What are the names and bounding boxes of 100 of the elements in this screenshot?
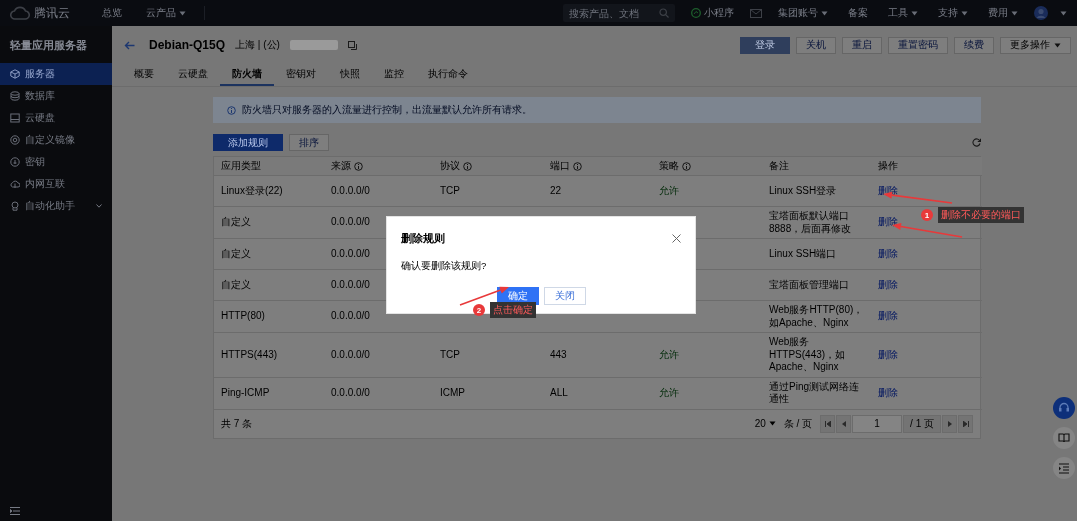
table-cell: 0.0.0.0/0 bbox=[331, 184, 370, 196]
caret-icon bbox=[911, 10, 918, 16]
notice-text: 防火墙只对服务器的入流量进行控制，出流量默认允许所有请求。 bbox=[242, 103, 532, 117]
logo-text[interactable]: 腾讯云 bbox=[34, 4, 70, 22]
refresh-icon[interactable] bbox=[972, 138, 981, 147]
table-cell: 宝塔面板默认端口8888，后面再修改 bbox=[769, 210, 852, 234]
table-cell: 宝塔面板管理端口 bbox=[769, 278, 849, 290]
delete-link[interactable]: 删除 bbox=[878, 216, 898, 228]
caret-icon bbox=[821, 10, 828, 16]
sidebar-item[interactable]: 密钥 bbox=[0, 151, 112, 173]
info-icon bbox=[463, 161, 472, 171]
sort-button[interactable]: 排序 bbox=[289, 134, 329, 151]
page-size-select[interactable]: 20 bbox=[754, 418, 776, 429]
redacted-block bbox=[289, 40, 338, 50]
sidebar-item[interactable]: 内网互联 bbox=[0, 173, 112, 195]
table-cell: 通过Ping测试网络连通性 bbox=[769, 380, 859, 404]
table-cell: 22 bbox=[550, 184, 562, 196]
close-icon[interactable] bbox=[672, 234, 681, 243]
mini-program-icon bbox=[691, 8, 701, 18]
tab[interactable]: 快照 bbox=[328, 64, 372, 86]
column-header: 操作 bbox=[878, 159, 898, 173]
sidebar-item[interactable]: 云硬盘 bbox=[0, 107, 112, 129]
first-page-icon[interactable] bbox=[824, 420, 831, 427]
table-cell: HTTP(80) bbox=[221, 310, 265, 322]
delete-link[interactable]: 删除 bbox=[878, 278, 898, 290]
nav-link[interactable]: 云产品 bbox=[140, 6, 192, 20]
column-header: 备注 bbox=[769, 159, 789, 173]
tab[interactable]: 密钥对 bbox=[274, 64, 328, 86]
table-cell: Linux登录(22) bbox=[221, 184, 283, 196]
action-button[interactable]: 关机 bbox=[796, 36, 836, 54]
collapse-icon[interactable] bbox=[10, 507, 20, 515]
table-cell: 0.0.0.0/0 bbox=[331, 386, 370, 398]
action-button[interactable]: 重启 bbox=[842, 36, 882, 54]
column-header: 协议 bbox=[440, 159, 460, 173]
sidebar-item[interactable]: 自动化助手 bbox=[0, 195, 112, 217]
tab[interactable]: 概要 bbox=[122, 64, 166, 86]
table-cell: 0.0.0.0/0 bbox=[331, 216, 370, 228]
more-actions-button[interactable]: 更多操作 bbox=[1000, 36, 1071, 54]
action-button[interactable]: 续费 bbox=[954, 36, 994, 54]
caret-icon bbox=[1054, 42, 1061, 48]
delete-link[interactable]: 删除 bbox=[878, 247, 898, 259]
caret-icon bbox=[768, 421, 776, 426]
table-cell: HTTPS(443) bbox=[221, 348, 278, 360]
cloud-logo-icon bbox=[10, 6, 30, 20]
avatar-icon[interactable] bbox=[1034, 6, 1048, 20]
table-cell: 自定义 bbox=[221, 216, 251, 228]
policy-text: 允许 bbox=[659, 348, 679, 360]
table-cell: 0.0.0.0/0 bbox=[331, 310, 370, 322]
close-button[interactable]: 关闭 bbox=[543, 287, 586, 305]
info-icon bbox=[682, 161, 691, 171]
mini-program-link[interactable]: 小程序 bbox=[687, 6, 738, 20]
sidebar-title: 轻量应用服务器 bbox=[9, 38, 88, 53]
tab[interactable]: 云硬盘 bbox=[166, 64, 220, 86]
delete-link[interactable]: 删除 bbox=[878, 310, 898, 322]
nav-link[interactable]: 费用 bbox=[984, 6, 1022, 20]
policy-text: 允许 bbox=[659, 184, 679, 196]
tab[interactable]: 防火墙 bbox=[220, 64, 274, 86]
policy-text: 允许 bbox=[659, 386, 679, 398]
sidebar-item[interactable]: 自定义镜像 bbox=[0, 129, 112, 151]
chevron-icon bbox=[96, 204, 102, 208]
delete-link[interactable]: 删除 bbox=[878, 386, 898, 398]
back-arrow-icon[interactable] bbox=[124, 40, 135, 50]
action-button[interactable]: 重置密码 bbox=[888, 36, 948, 54]
add-rule-button[interactable]: 添加规则 bbox=[213, 134, 283, 151]
total-count: 共 7 条 bbox=[221, 416, 253, 431]
page-total: / 1 页 bbox=[903, 414, 941, 433]
sidebar-item[interactable]: 数据库 bbox=[0, 85, 112, 107]
column-header: 来源 bbox=[331, 159, 351, 173]
search-field[interactable]: 搜索产品、文档 bbox=[563, 4, 675, 22]
sidebar-item[interactable]: 服务器 bbox=[0, 63, 112, 85]
nav-link[interactable]: 支持 bbox=[934, 6, 972, 20]
caret-icon bbox=[961, 10, 968, 16]
table-cell: 0.0.0.0/0 bbox=[331, 247, 370, 259]
action-button[interactable]: 登录 bbox=[740, 36, 790, 54]
cube-icon bbox=[10, 69, 20, 79]
table-cell: ALL bbox=[550, 386, 568, 398]
next-page-icon[interactable] bbox=[946, 420, 953, 427]
copy-icon[interactable] bbox=[347, 40, 357, 50]
nav-link[interactable]: 备案 bbox=[844, 6, 872, 20]
caret-icon bbox=[1060, 10, 1067, 16]
nav-link[interactable]: 总览 bbox=[96, 6, 128, 20]
tab[interactable]: 执行命令 bbox=[416, 64, 480, 86]
delete-link[interactable]: 删除 bbox=[878, 184, 898, 196]
table-cell: Linux SSH端口 bbox=[769, 247, 837, 259]
tab[interactable]: 监控 bbox=[372, 64, 416, 86]
page-input[interactable]: 1 bbox=[852, 414, 903, 433]
annotation-text: 点击确定 bbox=[490, 302, 536, 318]
table-cell: 自定义 bbox=[221, 278, 251, 290]
nav-link[interactable]: 集团账号 bbox=[774, 6, 832, 20]
nav-link[interactable]: 工具 bbox=[884, 6, 922, 20]
last-page-icon[interactable] bbox=[962, 420, 969, 427]
mail-icon[interactable] bbox=[750, 8, 762, 18]
table-cell: ICMP bbox=[440, 386, 465, 398]
caret-icon bbox=[1011, 10, 1018, 16]
delete-link[interactable]: 删除 bbox=[878, 348, 898, 360]
prev-page-icon[interactable] bbox=[840, 420, 847, 427]
database-icon bbox=[10, 91, 20, 101]
cloud-icon bbox=[10, 179, 20, 189]
book-icon bbox=[1058, 432, 1070, 444]
column-header: 端口 bbox=[550, 159, 570, 173]
